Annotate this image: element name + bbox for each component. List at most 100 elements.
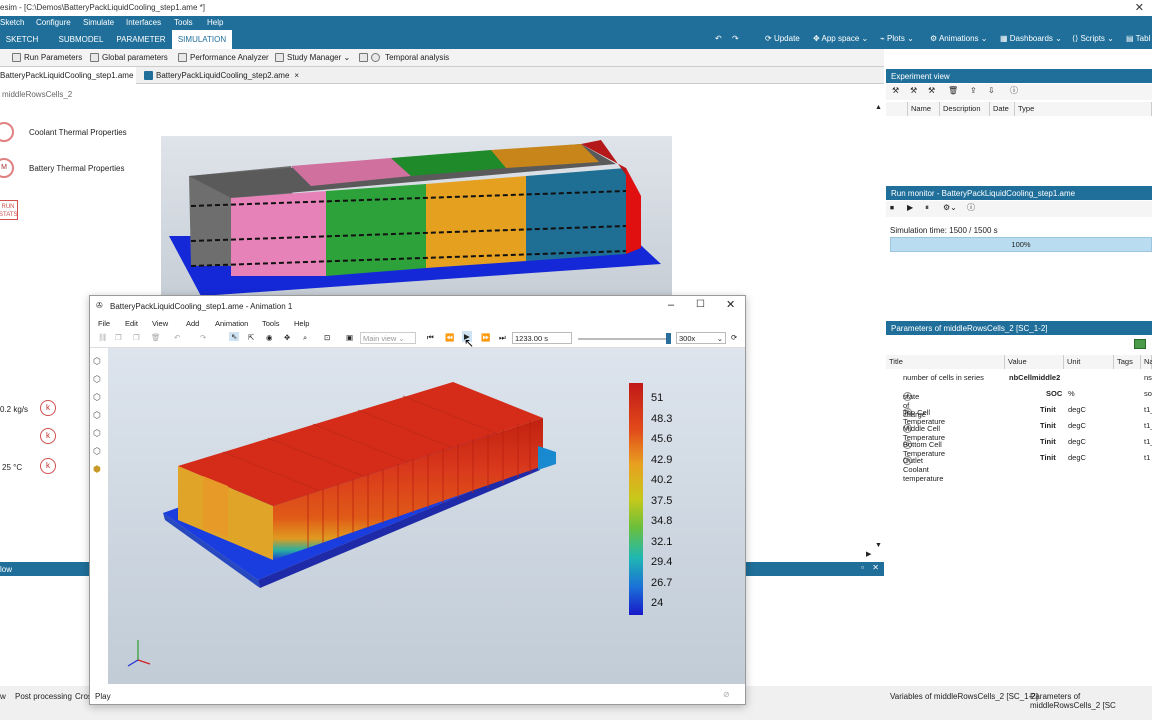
redo-icon[interactable]: ↷ — [732, 34, 739, 43]
run-parameters-button[interactable]: Run Parameters — [12, 53, 82, 63]
param-value[interactable]: nbCellmiddle2 — [1009, 373, 1060, 382]
anim-menu-add[interactable]: Add — [186, 319, 199, 328]
animations-button[interactable]: ⚙ Animations ⌄ — [930, 34, 987, 43]
app-space-button[interactable]: ✥ App space ⌄ — [813, 34, 868, 43]
pan-icon[interactable]: ✥ — [284, 333, 290, 342]
temporal-analysis-button[interactable]: Temporal analysis — [359, 53, 449, 63]
box-icon[interactable]: ⬢ — [93, 460, 101, 478]
zoom-icon[interactable]: ⌕ — [303, 333, 307, 343]
param-row-middle-cell-temp[interactable]: #Middle Cell Temperature Tinit degC t1_ — [886, 418, 1152, 442]
anim-menu-animation[interactable]: Animation — [215, 319, 248, 328]
scroll-down-icon[interactable]: ▼ — [875, 542, 882, 549]
menu-tools[interactable]: Tools — [174, 18, 193, 27]
stop-icon[interactable]: ⏹ — [890, 203, 894, 213]
delete-icon[interactable]: 🗑 — [151, 333, 161, 342]
temperature-constant-block[interactable]: k — [40, 458, 56, 474]
settings-icon[interactable]: ⚙⌄ — [943, 203, 957, 212]
loop-icon[interactable]: ⟳ — [731, 333, 737, 342]
tab-parameter[interactable]: PARAMETER — [113, 30, 169, 49]
step-forward-icon[interactable]: ⏩ — [481, 333, 490, 342]
param-row-top-cell-temp[interactable]: #Top Cell Temperature Tinit degC t1_ — [886, 402, 1152, 426]
update-button[interactable]: ⟳ Update — [765, 34, 800, 43]
close-panel-icon[interactable]: ✕ — [872, 563, 879, 572]
exp-col-description[interactable]: Description — [940, 102, 990, 116]
tab-simulation[interactable]: SIMULATION — [172, 30, 232, 49]
bottom-tab-w[interactable]: w — [0, 692, 6, 701]
animation-3d-view[interactable]: 51 48.3 45.6 42.9 40.2 37.5 34.8 32.1 29… — [108, 348, 745, 684]
time-slider[interactable] — [578, 333, 671, 344]
fit-view-icon[interactable]: ⊡ — [324, 333, 330, 342]
object-icon-1[interactable]: ⬡ — [93, 352, 101, 370]
global-parameters-button[interactable]: Global parameters — [90, 53, 168, 63]
anim-menu-view[interactable]: View — [152, 319, 168, 328]
animation-window[interactable]: ✇ BatteryPackLiquidCooling_step1.ame - A… — [89, 295, 746, 705]
anim-menu-help[interactable]: Help — [294, 319, 309, 328]
plots-button[interactable]: ⌁ Plots ⌄ — [880, 34, 914, 43]
paste-icon[interactable]: ❐ — [133, 333, 140, 342]
param-value[interactable]: Tinit — [1040, 453, 1056, 462]
scripts-button[interactable]: ⟨⟩ Scripts ⌄ — [1072, 34, 1114, 43]
scroll-right-icon[interactable]: ▶ — [866, 550, 871, 558]
doc-tab-step2[interactable]: BatteryPackLiquidCooling_step2.ame × — [140, 67, 305, 84]
param-col-value[interactable]: Value — [1005, 355, 1064, 369]
param-col-name[interactable]: Na — [1141, 355, 1152, 369]
select-pointer-icon[interactable]: ⇖ — [229, 332, 240, 341]
anim-menu-tools[interactable]: Tools — [262, 319, 280, 328]
tab-variables[interactable]: Variables of middleRowsCells_2 [SC_1-2] — [890, 692, 1038, 701]
coolant-properties-icon[interactable] — [0, 122, 14, 142]
experiment-save-icon[interactable]: ⚒ — [928, 86, 935, 95]
redo-icon[interactable]: ↷ — [200, 333, 206, 342]
step-back-icon[interactable]: ⏪ — [445, 333, 454, 342]
menu-simulate[interactable]: Simulate — [83, 18, 114, 27]
tab-parameters[interactable]: Parameters of middleRowsCells_2 [SC — [1030, 692, 1152, 710]
param-value[interactable]: Tinit — [1040, 405, 1056, 414]
pause-icon[interactable]: ⏸ — [925, 203, 929, 213]
speed-select[interactable]: 300x ⌄ — [676, 332, 726, 344]
forward-end-icon[interactable]: ⏭ — [499, 333, 506, 343]
camera-icon[interactable]: ▣ — [346, 333, 353, 342]
rotate-icon[interactable]: ◉ — [266, 333, 273, 342]
tab-submodel[interactable]: SUBMODEL — [56, 30, 106, 49]
exp-col-date[interactable]: Date — [990, 102, 1015, 116]
study-manager-button[interactable]: Study Manager ⌄ — [275, 53, 350, 63]
view-select[interactable]: Main view ⌄ — [360, 332, 416, 344]
table-button[interactable]: ▤ Tabl — [1126, 34, 1150, 43]
param-row-bottom-cell-temp[interactable]: #Bottom Cell Temperature Tinit degC t1_ — [886, 434, 1152, 458]
experiment-open-icon[interactable]: ⚒ — [910, 86, 917, 95]
maximize-icon[interactable]: ☐ — [696, 299, 705, 310]
resize-grip-icon[interactable]: ⊘ — [723, 690, 730, 699]
exp-col-name[interactable]: Name — [908, 102, 940, 116]
play-icon[interactable]: ▶ — [907, 203, 913, 212]
anim-menu-edit[interactable]: Edit — [125, 319, 138, 328]
experiment-delete-icon[interactable]: 🗑 — [948, 86, 958, 95]
param-value[interactable]: Tinit — [1040, 437, 1056, 446]
help-icon[interactable]: ⓘ — [967, 202, 975, 213]
object-icon-5[interactable]: ⬡ — [93, 424, 101, 442]
undo-icon[interactable]: ↶ — [715, 34, 722, 43]
animation-titlebar[interactable]: ✇ BatteryPackLiquidCooling_step1.ame - A… — [90, 296, 745, 316]
tab-sketch[interactable]: SKETCH — [0, 30, 44, 49]
battery-properties-icon[interactable]: M — [0, 158, 14, 178]
menu-interfaces[interactable]: Interfaces — [126, 18, 161, 27]
doc-tab-step1[interactable]: BatteryPackLiquidCooling_step1.ame * × — [0, 67, 136, 97]
experiment-export-icon[interactable]: ⇩ — [988, 86, 995, 95]
param-col-title[interactable]: Title — [886, 355, 1005, 369]
scroll-up-icon[interactable]: ▲ — [875, 104, 882, 111]
object-icon-4[interactable]: ⬡ — [93, 406, 101, 424]
experiment-new-icon[interactable]: ⚒ — [892, 86, 899, 95]
select-area-icon[interactable]: ⇱ — [248, 333, 254, 342]
object-icon-2[interactable]: ⬡ — [93, 370, 101, 388]
copy-icon[interactable]: ❐ — [115, 333, 122, 342]
time-slider-handle[interactable] — [666, 333, 671, 344]
menu-sketch[interactable]: Sketch — [0, 18, 24, 27]
time-input[interactable]: 1233.00 s — [512, 332, 572, 344]
param-col-tags[interactable]: Tags — [1114, 355, 1141, 369]
bottom-tab-post-processing[interactable]: Post processing — [15, 692, 72, 701]
close-window-icon[interactable]: ✕ — [1135, 1, 1144, 14]
run-stats-icon[interactable]: RUN STATS — [0, 200, 18, 220]
param-row-outlet-coolant-temp[interactable]: # Outlet Coolant temperature Tinit degC t… — [886, 450, 1152, 483]
experiment-import-icon[interactable]: ⇪ — [970, 86, 977, 95]
rewind-start-icon[interactable]: ⏮ — [427, 333, 434, 343]
param-value[interactable]: Tinit — [1040, 421, 1056, 430]
dashboards-button[interactable]: ▦ Dashboards ⌄ — [1000, 34, 1062, 43]
